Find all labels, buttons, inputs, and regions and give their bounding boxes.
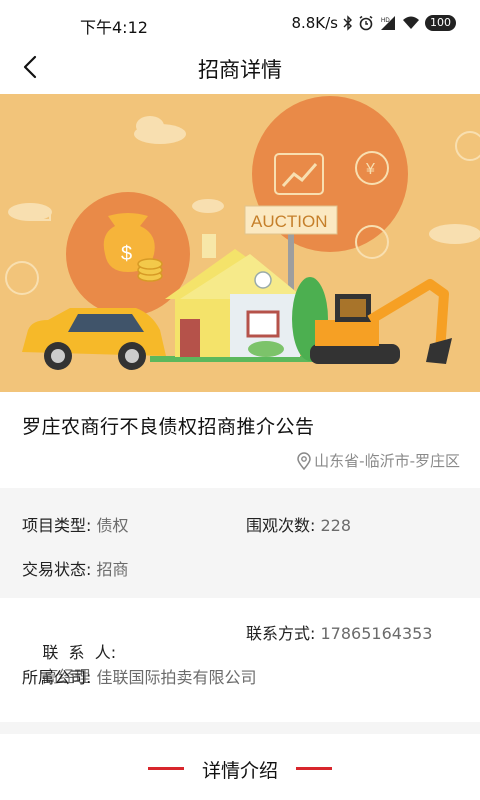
status-time: 下午4:12 <box>80 18 148 37</box>
nav-bar: 招商详情 <box>0 46 480 90</box>
title-accent-right <box>296 767 332 770</box>
view-count-value: 228 <box>320 516 352 535</box>
alarm-icon <box>358 15 374 31</box>
view-count-label: 围观次数: <box>246 516 316 535</box>
project-banner-image: ¥ $ AUCTION <box>0 94 480 392</box>
network-speed: 8.8K/s <box>291 14 338 32</box>
battery-icon: 100 <box>425 15 456 31</box>
project-type-value: 债权 <box>96 516 129 535</box>
svg-text:HD: HD <box>381 18 390 24</box>
project-type-row: 项目类型: 债权 <box>22 512 129 536</box>
company-row: 所属公司: 佳联国际拍卖有限公司 <box>22 664 257 688</box>
location-text: 山东省-临沂市-罗庄区 <box>314 452 460 470</box>
project-header: 罗庄农商行不良债权招商推介公告 山东省-临沂市-罗庄区 <box>0 392 480 488</box>
status-icons: 8.8K/s HD 100 <box>291 14 456 32</box>
auction-sign-text: AUCTION <box>251 212 328 231</box>
view-count-row: 围观次数: 228 <box>246 512 351 536</box>
divider <box>0 722 480 734</box>
contact-phone-row: 联系方式: 17865164353 <box>246 620 432 644</box>
signal-icon: HD <box>379 15 397 31</box>
location-pin-icon <box>297 451 311 470</box>
company-label: 所属公司: <box>22 668 92 687</box>
contact-person-label: 联 系 人: <box>42 643 117 662</box>
page-title: 招商详情 <box>198 58 282 82</box>
details-section-header: 详情介绍 <box>0 734 480 800</box>
project-meta: 项目类型: 债权 围观次数: 228 交易状态: 招商 <box>0 488 480 590</box>
project-type-label: 项目类型: <box>22 516 92 535</box>
company-value: 佳联国际拍卖有限公司 <box>96 668 257 687</box>
svg-text:¥: ¥ <box>365 161 375 178</box>
bluetooth-icon <box>343 15 353 31</box>
trade-status-label: 交易状态: <box>22 560 92 579</box>
svg-text:$: $ <box>121 243 132 265</box>
project-location: 山东省-临沂市-罗庄区 <box>297 450 460 471</box>
trade-status-value: 招商 <box>96 560 129 579</box>
status-bar: 下午4:12 8.8K/s HD 100 <box>0 0 480 46</box>
wifi-icon <box>402 16 420 30</box>
contact-info: 联 系 人: 高经理 联系方式: 17865164353 所属公司: 佳联国际拍… <box>0 598 480 722</box>
trade-status-row: 交易状态: 招商 <box>22 556 129 580</box>
project-title: 罗庄农商行不良债权招商推介公告 <box>22 416 315 438</box>
contact-phone-value[interactable]: 17865164353 <box>321 624 433 643</box>
section-title: 详情介绍 <box>201 760 278 782</box>
divider <box>0 590 480 598</box>
contact-phone-label: 联系方式: <box>246 624 316 643</box>
contact-person-row: 联 系 人: 高经理 <box>22 620 116 706</box>
